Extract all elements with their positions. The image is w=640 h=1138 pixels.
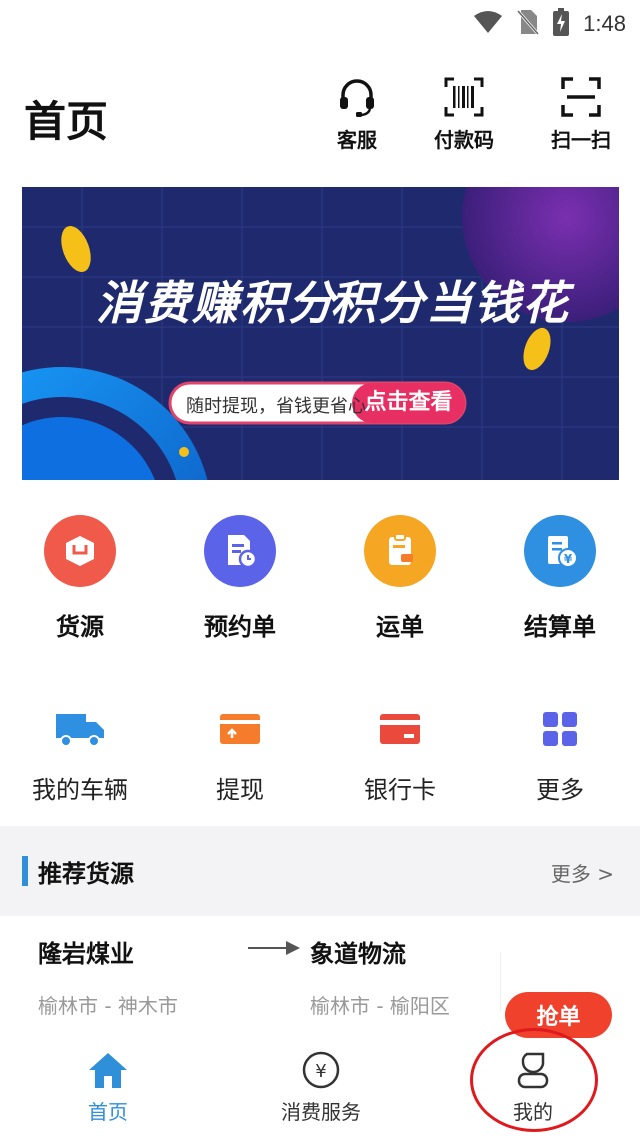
customer-service-label: 客服 [337,128,377,152]
yuan-icon: ¥ [266,1050,376,1090]
tab-home[interactable]: 首页 [68,1050,148,1125]
clock-time: 1:48 [583,11,626,36]
customer-service-button[interactable]: 客服 [312,76,402,153]
tools-row: 我的车辆 提现 银行卡 更多 [0,710,640,805]
quick-action-reservation-label: 预约单 [204,613,276,641]
payment-code-button[interactable]: 付款码 [419,76,509,153]
tool-more-label: 更多 [536,776,584,804]
quick-action-reservation[interactable]: 预约单 [160,515,320,642]
svg-text:¥: ¥ [315,1061,326,1082]
grid-icon [534,712,586,752]
cargo-origin-company: 隆岩煤业 [38,940,134,968]
cargo-box-icon [44,515,116,587]
tool-more[interactable]: 更多 [480,710,640,805]
quick-action-cargo[interactable]: 货源 [0,515,160,642]
bottom-tab-bar: 首页 ¥ 消费服务 我的 [0,1038,640,1138]
recommend-section-title: 推荐货源 [38,860,134,888]
tool-my-vehicles[interactable]: 我的车辆 [0,710,160,805]
quick-action-settlement[interactable]: ¥ 结算单 [480,515,640,642]
scan-label: 扫一扫 [551,128,611,152]
banner-headline-right: 积分当钱花 [330,276,570,330]
quick-action-waybill[interactable]: 运单 [320,515,480,642]
no-sim-icon [517,9,540,39]
section-accent-bar [22,856,28,886]
recommend-more-link[interactable]: 更多 > [551,858,614,887]
recommend-section-header: 推荐货源 更多 > [0,826,640,916]
header: 首页 客服 付款码 扫一扫 [0,70,640,170]
wallet-icon [214,714,266,752]
promo-banner[interactable]: 消费赚积分 积分当钱花 随时提现，省钱更省心 点击查看 [22,187,619,480]
banner-subtext: 随时提现，省钱更省心 [186,396,366,417]
banner-cta-button[interactable]: 点击查看 [352,385,465,421]
tool-bank-card-label: 银行卡 [364,776,436,804]
payment-code-label: 付款码 [434,128,494,152]
wifi-icon [473,10,503,38]
banner-background [22,187,619,480]
tab-consumer-services-label: 消费服务 [281,1100,361,1124]
cargo-destination-city: 榆林市 - 榆阳区 [310,994,450,1018]
quick-action-waybill-label: 运单 [376,613,424,641]
banner-headline-left: 消费赚积分 [96,276,336,330]
scan-icon [536,76,626,118]
quick-action-settlement-label: 结算单 [524,613,596,641]
headset-icon [312,76,402,118]
document-clock-icon [204,515,276,587]
truck-icon [54,714,106,752]
clipboard-truck-icon [364,515,436,587]
tab-profile-label: 我的 [513,1100,553,1124]
tool-withdraw-label: 提现 [216,776,264,804]
battery-charging-icon [553,8,570,40]
home-icon [68,1050,148,1090]
svg-text:¥: ¥ [564,552,573,566]
cargo-destination-company: 象道物流 [310,940,406,968]
route-arrow-icon [246,938,302,962]
cargo-origin-city: 榆林市 - 神木市 [38,994,178,1018]
cargo-divider [500,952,501,1012]
user-icon [493,1050,573,1090]
grab-order-button[interactable]: 抢单 [505,992,612,1038]
bank-card-icon [374,714,426,752]
quick-actions-row: 货源 预约单 运单 ¥ 结算单 [0,515,640,642]
tab-consumer-services[interactable]: ¥ 消费服务 [266,1050,376,1125]
scan-button[interactable]: 扫一扫 [536,76,626,153]
tool-bank-card[interactable]: 银行卡 [320,710,480,805]
tool-withdraw[interactable]: 提现 [160,710,320,805]
tab-profile[interactable]: 我的 [493,1050,573,1125]
bill-yuan-icon: ¥ [524,515,596,587]
quick-action-cargo-label: 货源 [56,613,104,641]
barcode-icon [419,76,509,118]
tool-my-vehicles-label: 我的车辆 [32,776,128,804]
page-title: 首页 [24,97,109,146]
status-bar: 1:48 [0,0,640,46]
tab-home-label: 首页 [88,1100,128,1124]
